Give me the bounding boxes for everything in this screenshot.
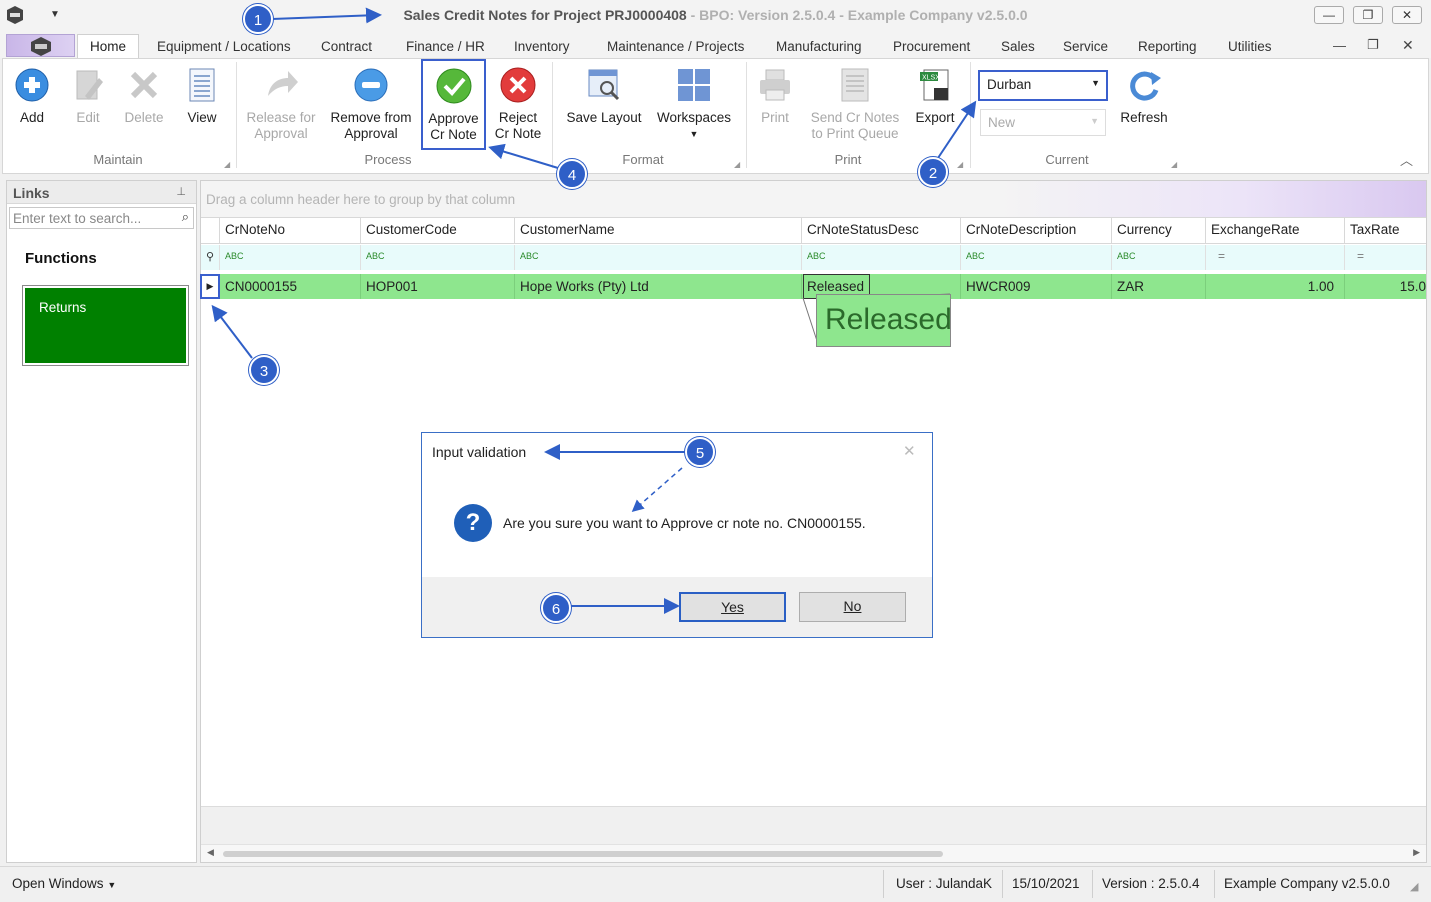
step-marker-1: 1 [243,4,273,34]
step-marker-3: 3 [249,355,279,385]
step-marker-4: 4 [557,159,587,189]
step-marker-5: 5 [685,437,715,467]
step-marker-6: 6 [541,593,571,623]
step-marker-2: 2 [918,157,948,187]
annotation-arrows [211,7,977,614]
